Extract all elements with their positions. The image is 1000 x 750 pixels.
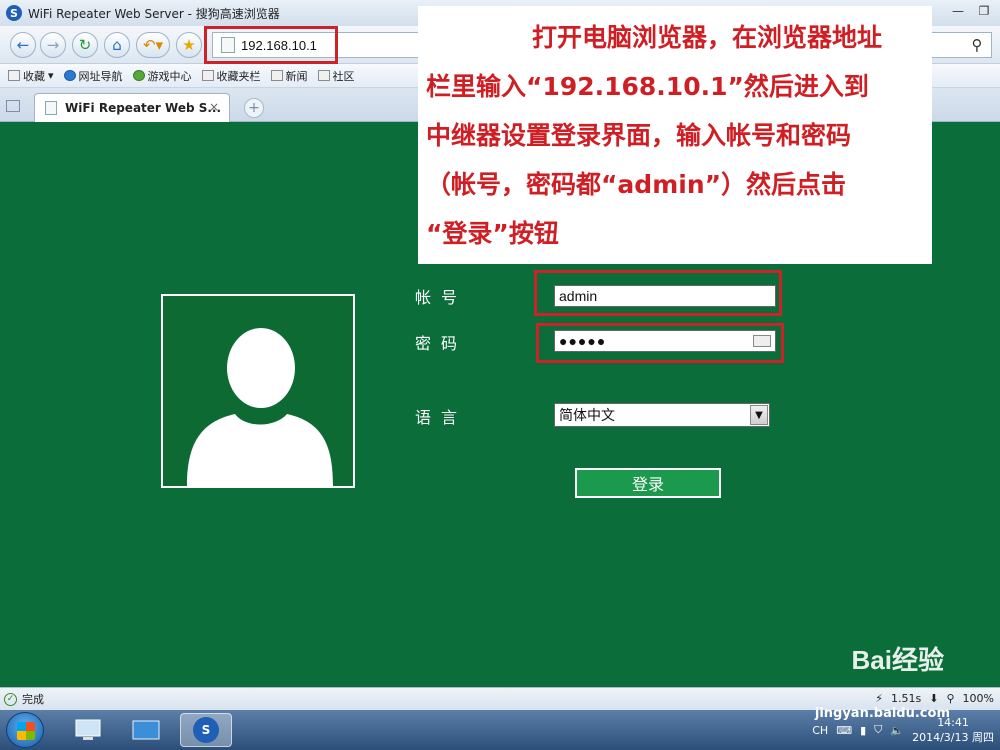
window-title: WiFi Repeater Web Server - 搜狗高速浏览器 (28, 6, 280, 21)
annotation-line: （帐号，密码都“admin”）然后点击 (426, 170, 847, 199)
load-time: 1.51s (891, 692, 922, 705)
plus-icon: + (248, 100, 260, 116)
avatar (161, 294, 355, 488)
undo-close-button[interactable]: ↶▾ (136, 32, 170, 58)
star-icon: ★ (182, 36, 196, 54)
bookmark-news[interactable]: 新闻 (270, 68, 308, 84)
undo-icon: ↶▾ (142, 36, 164, 54)
search-icon[interactable]: ⚲ (965, 34, 989, 56)
taskbar-item-desktop[interactable] (120, 713, 172, 747)
tab-title: WiFi Repeater Web S... (65, 101, 222, 115)
browser-logo-icon: S (6, 5, 22, 21)
refresh-button[interactable]: ↻ (72, 32, 98, 58)
start-button[interactable] (6, 712, 44, 748)
arrow-right-icon: → (46, 36, 60, 54)
instruction-annotation: 打开电脑浏览器，在浏览器地址 栏里输入“192.168.10.1”然后进入到 中… (418, 6, 932, 264)
download-icon[interactable]: ⬇ (929, 692, 938, 705)
user-silhouette-icon (187, 328, 333, 486)
minimize-icon[interactable]: — (946, 2, 970, 20)
account-highlight-box (534, 270, 782, 316)
bookmark-community[interactable]: 社区 (317, 68, 355, 84)
annotation-line: “登录”按钮 (426, 219, 559, 248)
window-controls: — ❐ (946, 2, 996, 20)
network-icon[interactable]: ▮ (860, 724, 866, 737)
annotation-line: 打开电脑浏览器，在浏览器地址 (532, 23, 883, 52)
home-button[interactable]: ⌂ (104, 32, 130, 58)
game-icon (132, 70, 145, 81)
taskbar-item-browser[interactable]: S (180, 713, 232, 747)
arrow-left-icon: ← (16, 36, 30, 54)
input-language[interactable]: CH (812, 724, 828, 737)
zoom-level[interactable]: 100% (963, 692, 994, 705)
folder-icon (317, 70, 330, 81)
language-value: 简体中文 (559, 408, 615, 424)
taskbar-item-computer[interactable] (62, 713, 114, 747)
plus-box-icon (8, 70, 20, 81)
home-icon: ⌂ (112, 36, 122, 54)
speed-icon: ⚡ (875, 692, 884, 705)
favorite-button[interactable]: ★ (176, 32, 202, 58)
chevron-down-icon: ▾ (48, 69, 54, 82)
forward-button[interactable]: → (40, 32, 66, 58)
account-label: 帐号 (415, 288, 468, 307)
bookmark-nav[interactable]: 网址导航 (63, 68, 123, 84)
language-label: 语言 (415, 408, 468, 427)
zoom-icon[interactable]: ⚲ (946, 692, 954, 705)
folder-icon (270, 70, 283, 81)
keyboard-icon[interactable]: ⌨ (836, 724, 852, 737)
sidebar-toggle-icon[interactable] (6, 100, 20, 112)
new-tab-button[interactable]: + (244, 98, 264, 118)
check-icon: ✓ (4, 692, 17, 706)
bookmark-games[interactable]: 游戏中心 (132, 68, 192, 84)
chevron-down-icon[interactable]: ▼ (750, 405, 768, 425)
status-text: 完成 (22, 693, 44, 706)
login-button[interactable]: 登录 (575, 468, 721, 498)
annotation-line: 栏里输入“192.168.10.1”然后进入到 (426, 72, 869, 101)
baidu-watermark: Bai经验 (851, 645, 944, 675)
windows-logo-icon (17, 722, 35, 740)
volume-icon[interactable]: 🔈 (890, 724, 904, 737)
status-right: ⚡ 1.51s ⬇ ⚲ 100% (875, 692, 994, 705)
desktop-icon (132, 720, 160, 740)
computer-icon (75, 719, 101, 740)
back-button[interactable]: ← (10, 32, 36, 58)
refresh-icon: ↻ (78, 36, 92, 54)
restore-icon[interactable]: ❐ (972, 2, 996, 20)
folder-icon (201, 70, 214, 81)
globe-icon (63, 70, 76, 81)
password-highlight-box (536, 323, 784, 363)
watermark-url: jingyan.baidu.com (814, 706, 950, 721)
language-select[interactable]: 简体中文 ▼ (554, 403, 770, 427)
bookmark-folder[interactable]: 收藏夹栏 (201, 68, 261, 84)
close-icon[interactable]: × (209, 100, 219, 114)
bookmark-favorites[interactable]: 收藏 ▾ (8, 68, 54, 84)
sogou-browser-icon: S (193, 717, 219, 743)
password-label: 密码 (415, 334, 468, 353)
shield-icon[interactable]: ⛉ (874, 723, 882, 737)
clock-date: 2014/3/13 周四 (912, 731, 994, 744)
address-highlight-box (204, 26, 338, 64)
page-icon (45, 101, 57, 115)
annotation-line: 中继器设置登录界面，输入帐号和密码 (426, 121, 852, 150)
tab-wifi-repeater[interactable]: WiFi Repeater Web S... × (34, 93, 230, 122)
